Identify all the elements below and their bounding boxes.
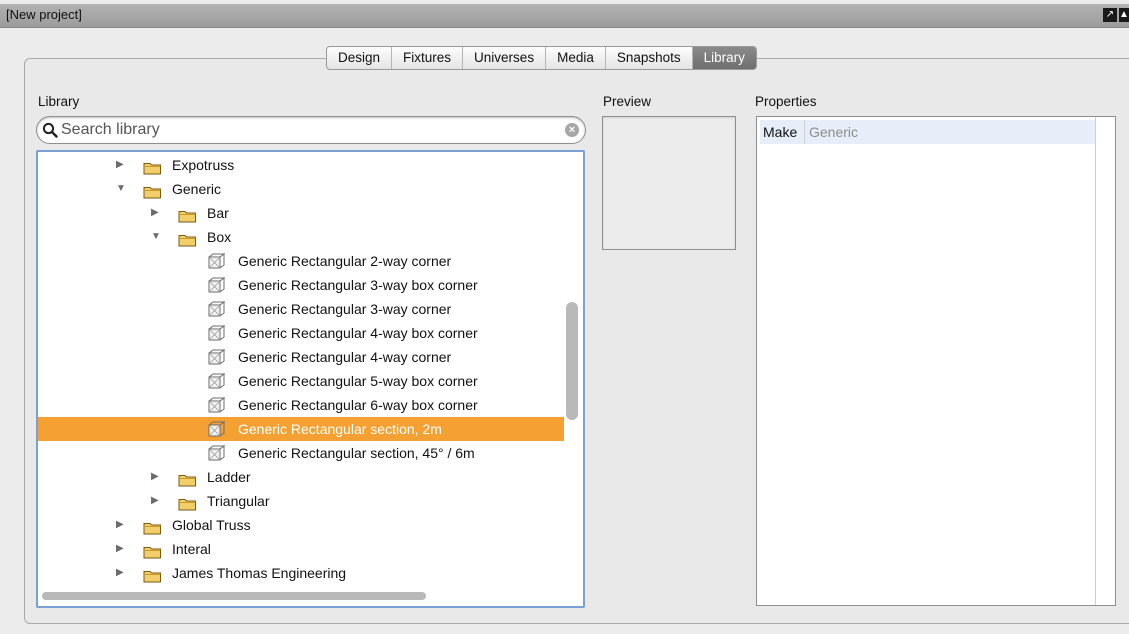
tree-row-label: Global Truss	[172, 517, 251, 533]
tree-folder-row[interactable]: ▼ Box	[38, 225, 564, 249]
folder-icon	[143, 158, 162, 175]
expand-icon[interactable]: ↗	[1103, 8, 1117, 22]
tab-snapshots[interactable]: Snapshots	[606, 47, 693, 69]
tree-item-row[interactable]: Generic Rectangular 3-way box corner	[38, 273, 564, 297]
folder-icon	[178, 470, 197, 487]
preview-pane	[602, 116, 736, 250]
tab-universes[interactable]: Universes	[463, 47, 547, 69]
tree-folder-row[interactable]: ▶ James Thomas Engineering	[38, 561, 564, 585]
tree-row-label: Generic Rectangular 4-way box corner	[238, 325, 478, 341]
truss-icon	[207, 348, 226, 366]
tree-row-label: Interal	[172, 541, 211, 557]
tree-row-label: Generic Rectangular 5-way box corner	[238, 373, 478, 389]
tree-row-label: Generic Rectangular 3-way box corner	[238, 277, 478, 293]
tab-bar: Design Fixtures Universes Media Snapshot…	[326, 46, 757, 70]
window-titlebar: [New project] ↗ ▲	[0, 4, 1129, 28]
tab-design[interactable]: Design	[327, 47, 393, 69]
window-title: [New project]	[6, 7, 82, 22]
tree-row-label: Generic Rectangular 6-way box corner	[238, 397, 478, 413]
disclosure-expanded-icon[interactable]: ▼	[151, 232, 161, 242]
tab-fixtures[interactable]: Fixtures	[392, 47, 464, 69]
tree-folder-row[interactable]: ▶ Triangular	[38, 489, 564, 513]
column-divider	[1095, 117, 1096, 605]
truss-icon	[207, 252, 226, 270]
disclosure-collapsed-icon[interactable]: ▶	[151, 472, 159, 482]
disclosure-collapsed-icon[interactable]: ▶	[116, 520, 124, 530]
disclosure-collapsed-icon[interactable]: ▶	[151, 496, 159, 506]
truss-icon	[207, 444, 226, 462]
truss-icon	[207, 324, 226, 342]
truss-icon	[207, 276, 226, 294]
tree-row-label: Generic Rectangular 4-way corner	[238, 349, 452, 365]
tree-item-row[interactable]: Generic Rectangular section, 2m	[38, 417, 564, 441]
search-icon	[42, 122, 58, 138]
tree-row-label: Triangular	[207, 493, 270, 509]
property-row[interactable]: Make Generic	[760, 120, 1096, 144]
folder-icon	[178, 230, 197, 247]
horizontal-scrollbar[interactable]	[42, 592, 426, 600]
clear-search-icon[interactable]: ×	[565, 123, 579, 137]
truss-icon	[207, 396, 226, 414]
preview-heading: Preview	[603, 94, 652, 109]
tree-item-row[interactable]: Generic Rectangular 6-way box corner	[38, 393, 564, 417]
library-tree[interactable]: ▶ Expotruss ▼ Generic ▶ Bar ▼ Box Generic Rectan…	[36, 150, 585, 608]
properties-heading: Properties	[755, 94, 817, 109]
tree-row-label: James Thomas Engineering	[172, 565, 347, 581]
tree-folder-row[interactable]: ▶ Interal	[38, 537, 564, 561]
folder-icon	[178, 206, 197, 223]
library-heading: Library	[38, 94, 80, 109]
property-value: Generic	[809, 124, 859, 140]
tree-folder-row[interactable]: ▶ Expotruss	[38, 153, 564, 177]
tree-row-label: Expotruss	[172, 157, 235, 173]
tree-item-row[interactable]: Generic Rectangular section, 45° / 6m	[38, 441, 564, 465]
tree-folder-row[interactable]: ▶ Global Truss	[38, 513, 564, 537]
tree-row-label: Generic	[172, 181, 222, 197]
property-key: Make	[763, 124, 798, 140]
tree-item-row[interactable]: Generic Rectangular 4-way box corner	[38, 321, 564, 345]
properties-table: Make Generic	[756, 116, 1116, 606]
tree-folder-row[interactable]: ▶ Ladder	[38, 465, 564, 489]
disclosure-collapsed-icon[interactable]: ▶	[116, 160, 124, 170]
tree-item-row[interactable]: Generic Rectangular 2-way corner	[38, 249, 564, 273]
disclosure-collapsed-icon[interactable]: ▶	[151, 208, 159, 218]
tree-item-row[interactable]: Generic Rectangular 3-way corner	[38, 297, 564, 321]
tree-item-row[interactable]: Generic Rectangular 4-way corner	[38, 345, 564, 369]
tree-row-label: Generic Rectangular section, 2m	[238, 421, 442, 437]
tree-item-row[interactable]: Generic Rectangular 5-way box corner	[38, 369, 564, 393]
folder-icon	[178, 494, 197, 511]
folder-icon	[143, 182, 162, 199]
tree-row-label: Box	[207, 229, 232, 245]
tree-folder-row[interactable]: ▶ Bar	[38, 201, 564, 225]
search-field[interactable]: ×	[36, 116, 586, 144]
column-divider	[804, 120, 805, 144]
tree-row-label: Generic Rectangular 3-way corner	[238, 301, 452, 317]
truss-icon	[207, 300, 226, 318]
tree-folder-row[interactable]: ▼ Generic	[38, 177, 564, 201]
tree-row-label: Generic Rectangular 2-way corner	[238, 253, 452, 269]
tree-row-label: Ladder	[207, 469, 251, 485]
disclosure-collapsed-icon[interactable]: ▶	[116, 544, 124, 554]
folder-icon	[143, 518, 162, 535]
truss-icon	[207, 372, 226, 390]
disclosure-collapsed-icon[interactable]: ▶	[116, 568, 124, 578]
tree-row-label: Generic Rectangular section, 45° / 6m	[238, 445, 475, 461]
search-input[interactable]	[61, 120, 561, 140]
tree-row-label: Bar	[207, 205, 229, 221]
vertical-scrollbar[interactable]	[566, 302, 578, 420]
folder-icon	[143, 542, 162, 559]
truss-icon	[207, 420, 226, 438]
disclosure-expanded-icon[interactable]: ▼	[116, 184, 126, 194]
folder-icon	[143, 566, 162, 583]
tab-media[interactable]: Media	[546, 47, 606, 69]
eject-icon[interactable]: ▲	[1119, 8, 1129, 22]
tab-library[interactable]: Library	[692, 47, 756, 69]
